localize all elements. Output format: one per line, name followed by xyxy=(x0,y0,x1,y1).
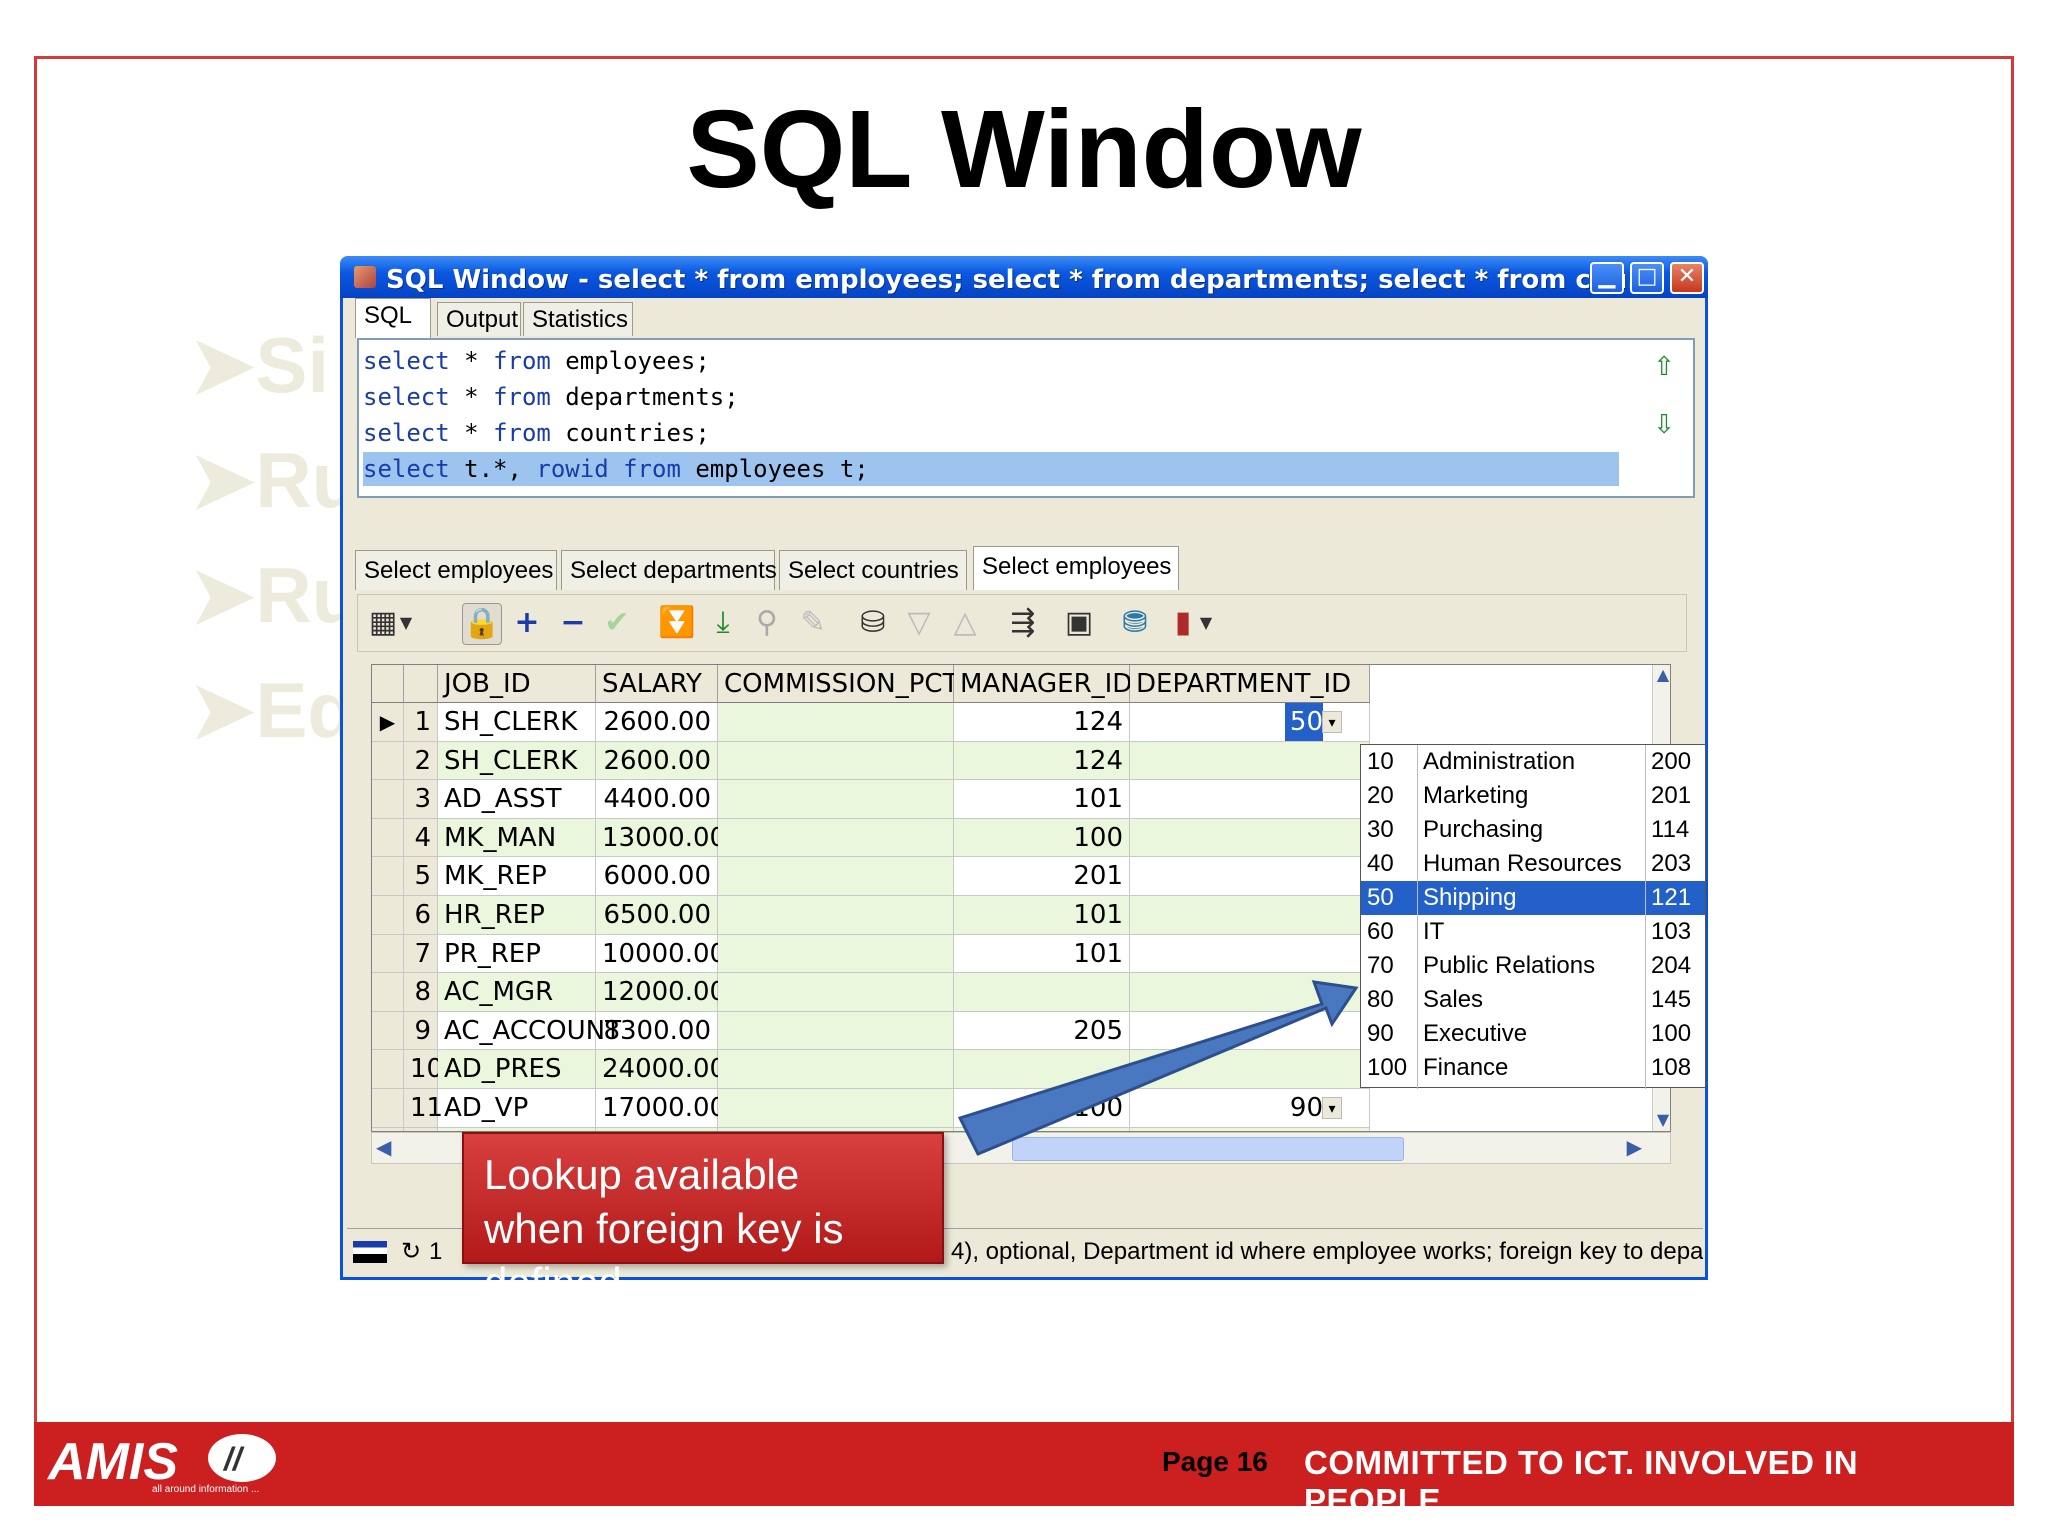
partner-logo: // xyxy=(208,1434,276,1482)
pointer-arrow xyxy=(957,980,1359,1156)
amis-logo: AMIS xyxy=(48,1433,178,1491)
page-number: Page 16 xyxy=(1162,1446,1268,1477)
slogan: COMMITTED TO ICT. INVOLVED IN PEOPLE. xyxy=(1304,1444,1859,1519)
slide-footer: AMIS // all around information ... Page … xyxy=(34,1422,2014,1519)
svg-text://: // xyxy=(222,1441,245,1477)
arrow-shape xyxy=(957,980,1359,1156)
callout-text: Lookup available when foreign key is def… xyxy=(484,1151,844,1306)
partner-logo-subtitle: all around information ... xyxy=(152,1484,260,1495)
